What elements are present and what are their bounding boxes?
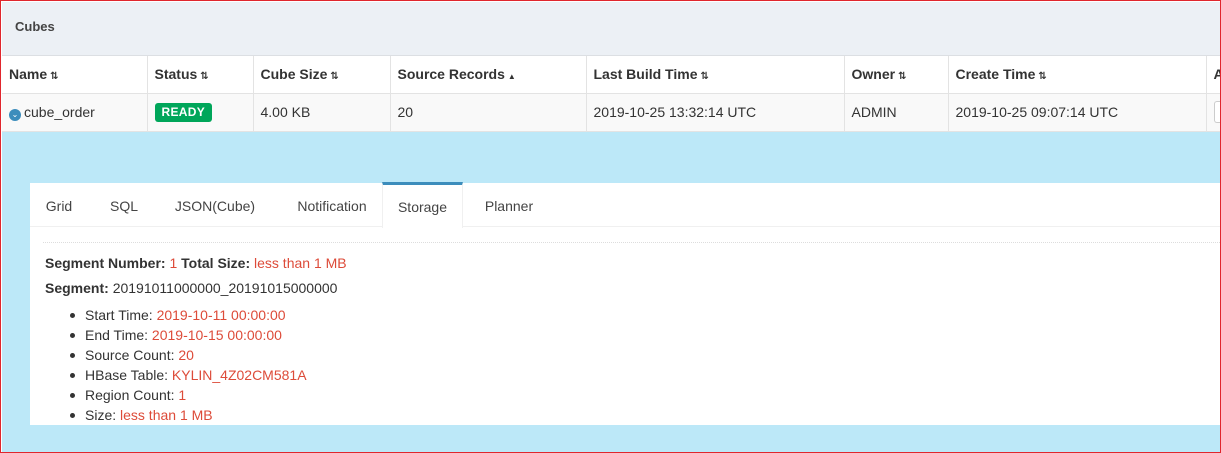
cell-cube-size: 4.00 KB	[253, 93, 391, 132]
sort-icon: ⇅	[1038, 71, 1047, 83]
cube-name[interactable]: cube_order	[24, 104, 95, 120]
sort-icon: ⇅	[50, 71, 59, 83]
list-item: Size: less than 1 MB	[70, 406, 307, 426]
table-row[interactable]: ⌄ cube_order READY 4.00 KB 20 2019-10-25 …	[2, 93, 1220, 132]
column-header-cube-size[interactable]: Cube Size ⇅	[253, 56, 391, 94]
list-item: End Time: 2019-10-15 00:00:00	[70, 326, 307, 346]
tab-sql[interactable]: SQL	[100, 182, 148, 227]
sort-icon: ⇅	[200, 71, 209, 83]
cell-owner: ADMIN	[844, 93, 949, 132]
column-header-last-build-time[interactable]: Last Build Time ⇅	[586, 56, 845, 94]
segment-details-list: Start Time: 2019-10-11 00:00:00 End Time…	[70, 306, 307, 426]
segment-title: Segment: 20191011000000_20191015000000	[45, 280, 338, 296]
segment-number-value: 1	[169, 255, 178, 271]
total-size-value: less than 1 MB	[254, 255, 347, 271]
sort-icon: ⇅	[330, 71, 339, 83]
list-item: Source Count: 20	[70, 346, 307, 366]
tab-planner[interactable]: Planner	[475, 182, 543, 227]
actions-dropdown-button[interactable]	[1213, 101, 1220, 123]
cell-create-time: 2019-10-25 09:07:14 UTC	[948, 93, 1207, 132]
cell-last-build-time: 2019-10-25 13:32:14 UTC	[586, 93, 845, 132]
cubes-table: Name ⇅ Status ⇅ Cube Size ⇅ Source Records ▲…	[2, 56, 1220, 132]
tab-grid[interactable]: Grid	[30, 182, 88, 227]
column-header-owner[interactable]: Owner ⇅	[844, 56, 949, 94]
segment-name: 20191011000000_20191015000000	[112, 280, 338, 296]
list-item: Start Time: 2019-10-11 00:00:00	[70, 306, 307, 326]
status-badge: READY	[154, 102, 213, 122]
column-header-actions[interactable]: A	[1206, 56, 1220, 94]
column-header-status[interactable]: Status ⇅	[147, 56, 254, 94]
table-header-row: Name ⇅ Status ⇅ Cube Size ⇅ Source Records ▲…	[2, 56, 1220, 94]
cell-name[interactable]: ⌄ cube_order	[2, 93, 148, 132]
segment-summary: Segment Number: 1 Total Size: less than …	[45, 255, 347, 271]
divider	[43, 242, 1220, 243]
column-header-name[interactable]: Name ⇅	[2, 56, 148, 94]
column-header-source-records[interactable]: Source Records ▲	[390, 56, 587, 94]
sort-asc-icon: ▲	[507, 72, 516, 82]
list-item: HBase Table: KYLIN_4Z02CM581A	[70, 366, 307, 386]
column-header-create-time[interactable]: Create Time ⇅	[948, 56, 1207, 94]
detail-tabs: Grid SQL JSON(Cube) Notification Storage…	[30, 182, 1220, 228]
tab-json-cube[interactable]: JSON(Cube)	[165, 182, 265, 227]
panel-header: Cubes	[2, 2, 1220, 56]
tab-storage[interactable]: Storage	[382, 182, 463, 228]
list-item: Region Count: 1	[70, 386, 307, 406]
cell-source-records: 20	[390, 93, 587, 132]
expand-chevron-icon[interactable]: ⌄	[9, 108, 21, 121]
sort-icon: ⇅	[898, 71, 907, 83]
cubes-panel: Cubes Name ⇅ Status ⇅ Cube Size ⇅ Source Re…	[0, 0, 1221, 453]
cell-status: READY	[147, 93, 254, 132]
sort-icon: ⇅	[700, 71, 709, 83]
tab-notification[interactable]: Notification	[283, 182, 381, 227]
cell-actions	[1206, 93, 1220, 132]
panel-title: Cubes	[15, 19, 55, 34]
